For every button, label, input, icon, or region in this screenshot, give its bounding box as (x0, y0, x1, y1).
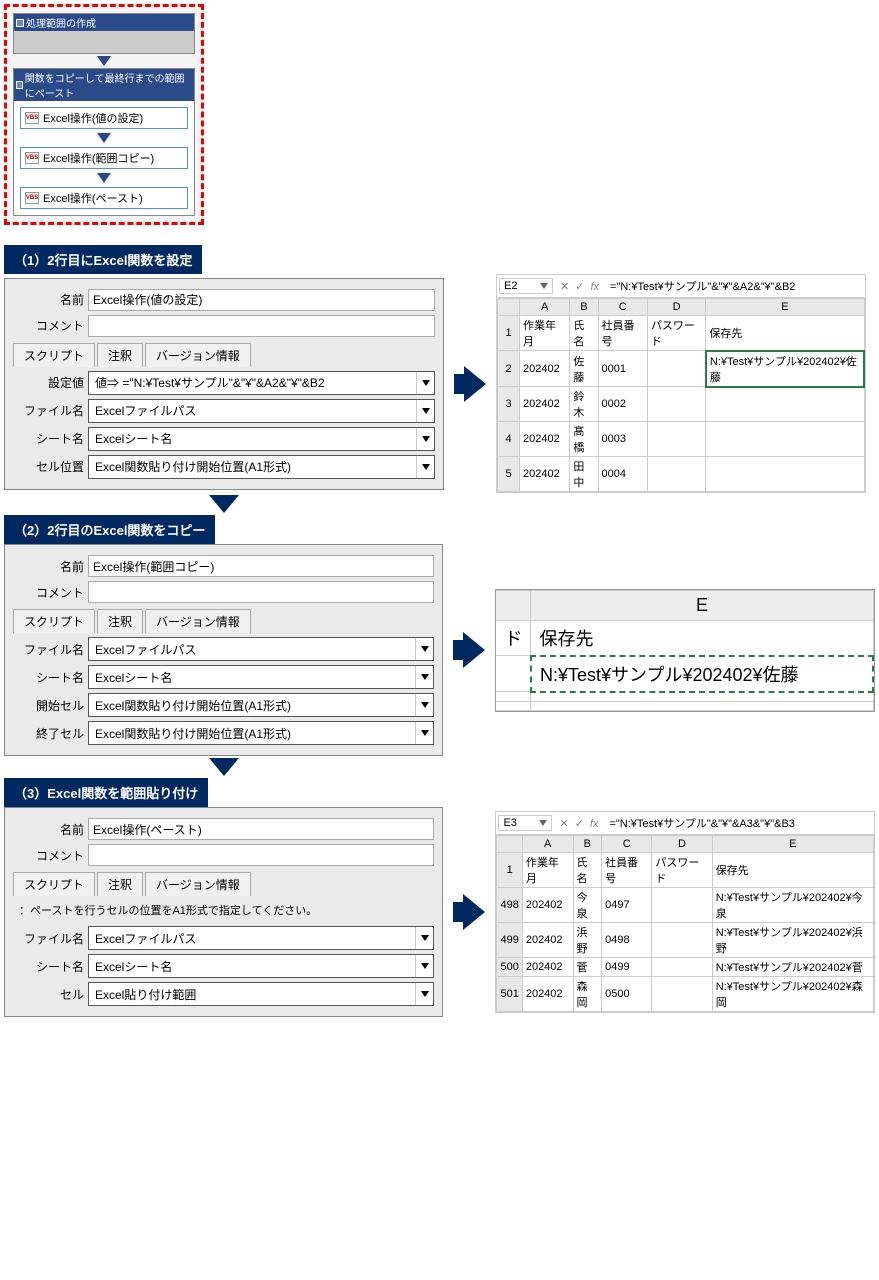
section-2-title: （2）2行目のExcel関数をコピー (4, 515, 215, 544)
cell-dropdown[interactable]: Excel貼り付け範囲 (88, 982, 434, 1006)
tab-version[interactable]: バージョン情報 (145, 609, 251, 633)
arrow-right-icon (464, 366, 486, 402)
panel-2: 名前 コメント スクリプト 注釈 バージョン情報 ファイル名Excelファイルパ… (4, 544, 443, 756)
excel-grid[interactable]: ABCDE 1作業年月氏名社員番号パスワード保存先 498202402今泉049… (496, 835, 874, 1012)
chevron-down-icon[interactable] (415, 666, 433, 688)
field-label: シート名 (13, 430, 88, 447)
sheet-dropdown[interactable]: Excelシート名 (88, 954, 434, 978)
flow-group-2: 関数をコピーして最終行までの範囲にペースト VBSExcel操作(値の設定) V… (13, 68, 195, 216)
comment-label: コメント (13, 847, 88, 864)
name-input[interactable] (88, 289, 435, 311)
flow-title-1: 処理範囲の作成 (26, 15, 96, 30)
comment-label: コメント (13, 317, 88, 334)
paste-note: ：ペーストを行うセルの位置をA1形式で指定してください。 (13, 898, 434, 922)
node-excel-set[interactable]: VBSExcel操作(値の設定) (20, 107, 188, 129)
chevron-down-icon[interactable] (415, 722, 433, 744)
chevron-down-icon[interactable] (415, 638, 433, 660)
name-input[interactable] (88, 555, 434, 577)
vbs-icon: VBS (25, 192, 39, 204)
sheet-dropdown[interactable]: Excelシート名 (88, 427, 435, 451)
filename-dropdown[interactable]: Excelファイルパス (88, 926, 434, 950)
formula-bar[interactable]: ="N:¥Test¥サンプル"&"¥"&A3&"¥"&B3 (605, 814, 872, 832)
field-label: セル位置 (13, 458, 88, 475)
chevron-down-icon[interactable] (415, 955, 433, 977)
arrow-down-icon (209, 758, 239, 776)
group-icon (16, 19, 24, 27)
excel-grid[interactable]: ABCDE 1作業年月氏名社員番号パスワード保存先 2202402佐藤0001N… (497, 298, 865, 492)
filename-dropdown[interactable]: Excelファイルパス (88, 637, 434, 661)
field-label: 開始セル (13, 697, 88, 714)
chevron-down-icon[interactable] (416, 428, 434, 450)
fx-icon[interactable]: fx (587, 818, 602, 830)
section-1-title: （1）2行目にExcel関数を設定 (4, 245, 202, 274)
cell-dropdown[interactable]: Excel関数貼り付け開始位置(A1形式) (88, 455, 435, 479)
confirm-icon[interactable]: ✓ (572, 281, 587, 293)
field-label: ファイル名 (13, 402, 88, 419)
fx-icon[interactable]: fx (587, 281, 602, 293)
cell-ref-box[interactable]: E2 (499, 278, 553, 294)
excel-preview-3: E3 ✕✓fx ="N:¥Test¥サンプル"&"¥"&A3&"¥"&B3 AB… (495, 811, 875, 1013)
tab-note[interactable]: 注釈 (97, 343, 143, 367)
excel-zoom: E ド保存先 N:¥Test¥サンプル¥202402¥佐藤 (495, 589, 875, 712)
tab-script[interactable]: スクリプト (13, 343, 95, 367)
name-input[interactable] (88, 818, 434, 840)
arrow-right-icon (463, 894, 485, 930)
vbs-icon: VBS (25, 112, 39, 124)
chevron-down-icon[interactable] (416, 456, 434, 478)
flow-title-2: 関数をコピーして最終行までの範囲にペースト (25, 70, 192, 100)
setvalue-dropdown[interactable]: 値⇒ ="N:¥Test¥サンプル"&"¥"&A2&"¥"&B2 (88, 371, 435, 395)
tab-version[interactable]: バージョン情報 (145, 872, 251, 896)
panel-3: 名前 コメント スクリプト 注釈 バージョン情報 ：ペーストを行うセルの位置をA… (4, 807, 443, 1017)
field-label: 設定値 (13, 374, 88, 391)
node-excel-copy[interactable]: VBSExcel操作(範囲コピー) (20, 147, 188, 169)
tab-note[interactable]: 注釈 (97, 872, 143, 896)
field-label: 終了セル (13, 725, 88, 742)
cancel-icon[interactable]: ✕ (557, 281, 572, 293)
arrow-down-icon (97, 56, 111, 66)
group-icon (16, 81, 23, 89)
chevron-down-icon[interactable] (415, 694, 433, 716)
arrow-down-icon (209, 495, 239, 513)
tab-script[interactable]: スクリプト (13, 872, 95, 896)
field-label: セル (13, 986, 88, 1003)
vbs-icon: VBS (25, 152, 39, 164)
excel-preview-1: E2 ✕✓fx ="N:¥Test¥サンプル"&"¥"&A2&"¥"&B2 AB… (496, 274, 866, 493)
field-label: シート名 (13, 958, 88, 975)
field-label: ファイル名 (13, 641, 88, 658)
panel-1: 名前 コメント スクリプト 注釈 バージョン情報 設定値値⇒ ="N:¥Test… (4, 278, 444, 490)
name-label: 名前 (13, 291, 88, 308)
chevron-down-icon[interactable] (415, 983, 433, 1005)
tab-version[interactable]: バージョン情報 (145, 343, 251, 367)
chevron-down-icon[interactable] (416, 372, 434, 394)
sheet-dropdown[interactable]: Excelシート名 (88, 665, 434, 689)
name-label: 名前 (13, 558, 88, 575)
field-label: ファイル名 (13, 930, 88, 947)
arrow-right-icon (463, 632, 485, 668)
name-label: 名前 (13, 821, 88, 838)
cell-ref-box[interactable]: E3 (498, 815, 552, 831)
cancel-icon[interactable]: ✕ (556, 818, 571, 830)
confirm-icon[interactable]: ✓ (572, 818, 587, 830)
flowchart: 処理範囲の作成 関数をコピーして最終行までの範囲にペースト VBSExcel操作… (4, 4, 204, 225)
comment-input[interactable] (88, 581, 434, 603)
chevron-down-icon[interactable] (415, 927, 433, 949)
comment-input[interactable] (88, 315, 435, 337)
tab-note[interactable]: 注釈 (97, 609, 143, 633)
flow-group-1: 処理範囲の作成 (13, 13, 195, 54)
node-excel-paste[interactable]: VBSExcel操作(ペースト) (20, 187, 188, 209)
comment-label: コメント (13, 584, 88, 601)
startcell-dropdown[interactable]: Excel関数貼り付け開始位置(A1形式) (88, 693, 434, 717)
comment-input[interactable] (88, 844, 434, 866)
filename-dropdown[interactable]: Excelファイルパス (88, 399, 435, 423)
section-3-title: （3）Excel関数を範囲貼り付け (4, 778, 208, 807)
formula-bar[interactable]: ="N:¥Test¥サンプル"&"¥"&A2&"¥"&B2 (606, 277, 863, 295)
arrow-down-icon (97, 133, 111, 143)
tab-script[interactable]: スクリプト (13, 609, 95, 633)
chevron-down-icon[interactable] (416, 400, 434, 422)
field-label: シート名 (13, 669, 88, 686)
arrow-down-icon (97, 173, 111, 183)
endcell-dropdown[interactable]: Excel関数貼り付け開始位置(A1形式) (88, 721, 434, 745)
